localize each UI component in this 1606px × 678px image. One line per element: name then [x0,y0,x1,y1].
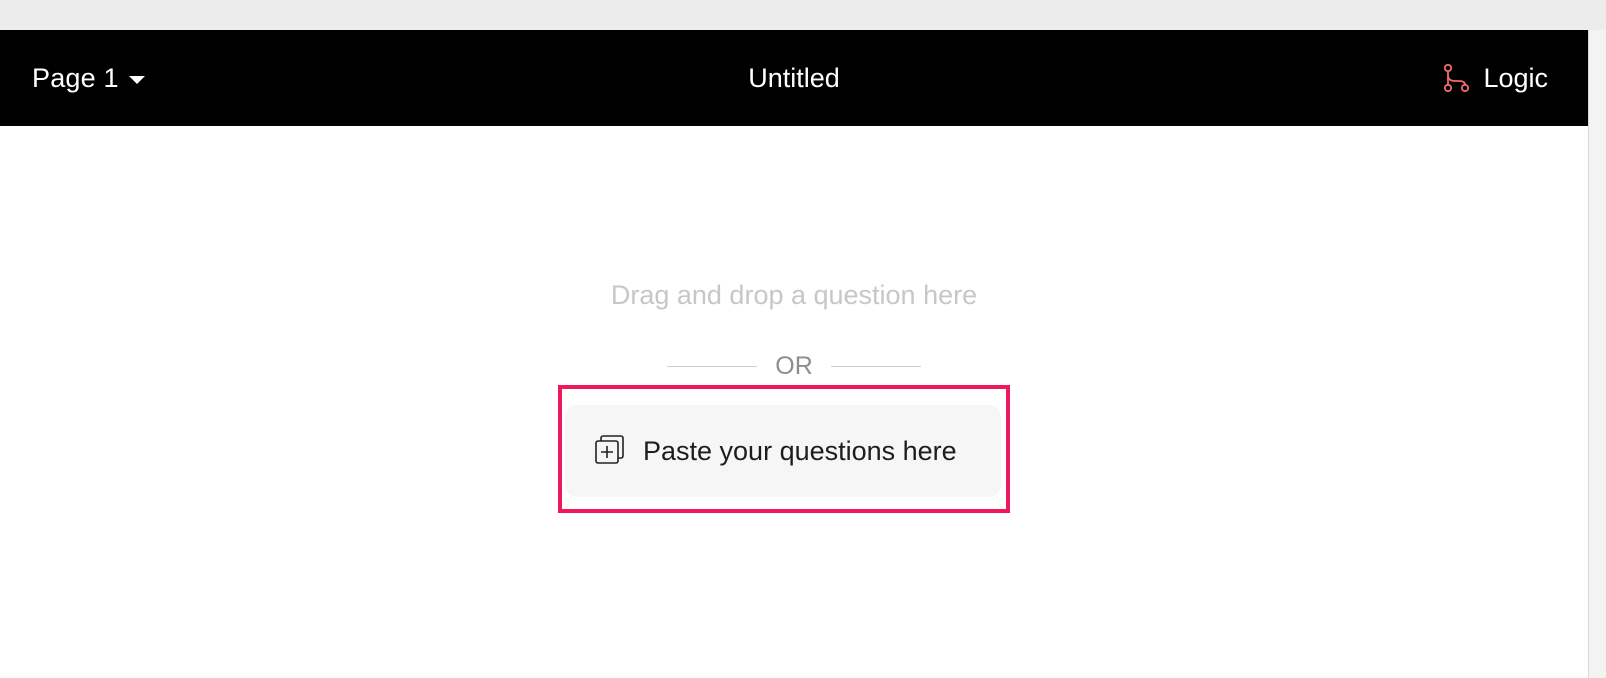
logic-button-label: Logic [1483,62,1548,93]
caret-down-icon [128,76,145,84]
separator-line-left [667,365,758,367]
or-separator-text: OR [775,351,813,380]
question-dropzone[interactable]: Drag and drop a question here [0,280,1588,311]
page-selector-label: Page 1 [32,62,119,93]
paste-add-icon [595,435,624,464]
form-builder-canvas: Page 1 Untitled Logic Drag and drop a qu… [0,30,1589,678]
form-title[interactable]: Untitled [748,63,840,93]
logic-branch-icon [1444,63,1470,93]
builder-header: Page 1 Untitled Logic [0,30,1588,126]
paste-questions-label: Paste your questions here [643,435,957,466]
paste-questions-button[interactable]: Paste your questions here [565,405,1001,497]
drag-drop-hint: Drag and drop a question here [610,280,978,310]
or-separator: OR [0,348,1588,384]
logic-button[interactable]: Logic [1441,30,1548,126]
separator-line-right [830,365,921,367]
scrollbar-track[interactable] [1589,30,1606,678]
form-title-container: Untitled [0,30,1588,126]
page-selector[interactable]: Page 1 [32,30,145,126]
